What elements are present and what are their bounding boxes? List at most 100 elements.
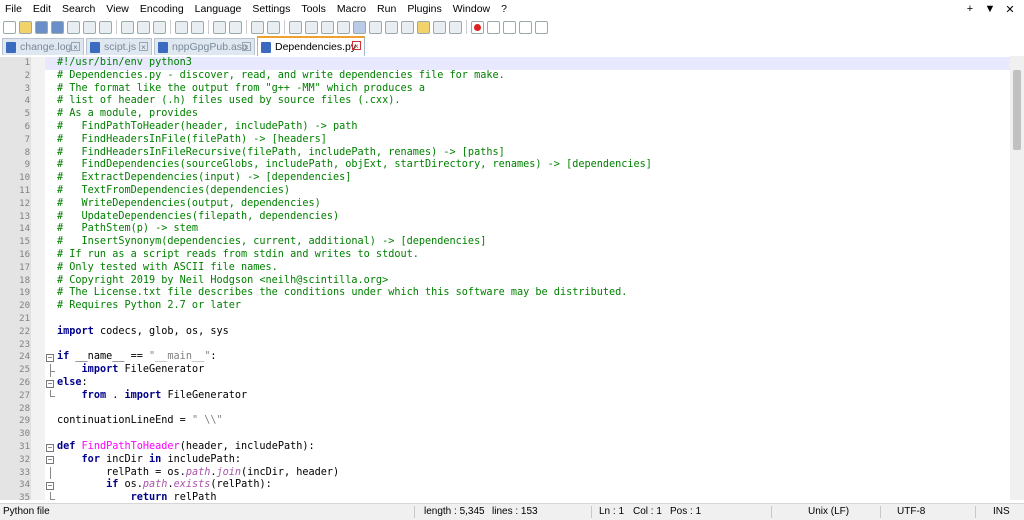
- record-macro-icon[interactable]: [471, 20, 484, 34]
- playback-macro-icon[interactable]: [503, 20, 516, 34]
- replace-icon[interactable]: [229, 20, 242, 34]
- bookmark-margin[interactable]: [30, 313, 45, 326]
- save-icon[interactable]: [35, 20, 48, 34]
- code-line[interactable]: 31 def FindPathToHeader(header, includePa…: [0, 441, 1010, 454]
- menu-window[interactable]: Window: [448, 0, 496, 18]
- menu-plugins[interactable]: Plugins: [402, 0, 447, 18]
- code-line[interactable]: 33 relPath = os.path.join(incDir, header…: [0, 466, 1010, 480]
- scrollbar-thumb[interactable]: [1013, 70, 1021, 150]
- vertical-scrollbar[interactable]: [1010, 56, 1024, 500]
- redo-icon[interactable]: [191, 20, 204, 34]
- bookmark-margin[interactable]: [30, 261, 45, 275]
- code-line[interactable]: 1 #!/usr/bin/env python3: [0, 57, 1010, 70]
- bookmark-margin[interactable]: [30, 108, 45, 121]
- document-list-icon[interactable]: [433, 20, 446, 34]
- bookmark-margin[interactable]: [30, 274, 45, 288]
- paste-icon[interactable]: [153, 20, 166, 34]
- code-line[interactable]: 23: [0, 338, 1010, 352]
- code-line[interactable]: 10 # ExtractDependencies(input) -> [depen…: [0, 172, 1010, 185]
- cut-icon[interactable]: [121, 20, 134, 34]
- code-line[interactable]: 29 continuationLineEnd = " \\": [0, 415, 1010, 429]
- code-line[interactable]: 35 return relPath: [0, 492, 1010, 500]
- code-line[interactable]: 2 # Dependencies.py - discover, read, and…: [0, 69, 1010, 83]
- tab-change-log[interactable]: change.log ×: [2, 38, 84, 55]
- menu-run[interactable]: Run: [372, 0, 402, 18]
- code-line[interactable]: 18 # Copyright 2019 by Neil Hodgson <neil…: [0, 274, 1010, 288]
- menu-macro[interactable]: Macro: [332, 0, 372, 18]
- menu-file[interactable]: File: [0, 0, 28, 18]
- bookmark-margin[interactable]: [30, 57, 45, 70]
- code-line[interactable]: 27 from . import FileGenerator: [0, 389, 1010, 403]
- bookmark-margin[interactable]: [30, 415, 45, 429]
- bookmark-margin[interactable]: [30, 389, 45, 403]
- bookmark-margin[interactable]: [30, 146, 45, 160]
- code-line[interactable]: 26 else:: [0, 377, 1010, 390]
- menu-help[interactable]: ?: [496, 0, 513, 18]
- menu-encoding[interactable]: Encoding: [135, 0, 190, 18]
- code-line[interactable]: 17 # Only tested with ASCII file names.: [0, 261, 1010, 275]
- copy-icon[interactable]: [137, 20, 150, 34]
- close-tab-icon[interactable]: ×: [242, 42, 251, 52]
- close-tab-icon[interactable]: ×: [352, 41, 361, 51]
- monitoring-icon[interactable]: [449, 20, 462, 34]
- code-line[interactable]: 6 # FindPathToHeader(header, includePath)…: [0, 121, 1010, 134]
- tab-dependencies-py[interactable]: Dependencies.py ×: [257, 36, 365, 56]
- fold-toggle-icon[interactable]: −: [46, 379, 54, 388]
- bookmark-margin[interactable]: [30, 492, 45, 500]
- stop-recording-icon[interactable]: [487, 20, 500, 34]
- document-map-icon[interactable]: [385, 20, 398, 34]
- code-line[interactable]: 25 import FileGenerator: [0, 364, 1010, 377]
- code-line[interactable]: 24 if __name__ == "__main__":: [0, 351, 1010, 365]
- code-line[interactable]: 8 # FindHeadersInFileRecursive(filePath, …: [0, 146, 1010, 160]
- menu-tools[interactable]: Tools: [296, 0, 332, 18]
- code-line[interactable]: 14 # PathStem(p) -> stem: [0, 223, 1010, 237]
- bookmark-margin[interactable]: [30, 479, 45, 493]
- fold-toggle-icon[interactable]: −: [46, 443, 54, 452]
- bookmark-margin[interactable]: [30, 210, 45, 224]
- bookmark-margin[interactable]: [30, 377, 45, 390]
- new-tab-button[interactable]: +: [960, 3, 980, 15]
- bookmark-margin[interactable]: [30, 197, 45, 211]
- undo-icon[interactable]: [175, 20, 188, 34]
- bookmark-margin[interactable]: [30, 133, 45, 147]
- code-line[interactable]: 15 # InsertSynonym(dependencies, current,…: [0, 236, 1010, 249]
- sync-horizontal-icon[interactable]: [305, 20, 318, 34]
- bookmark-margin[interactable]: [30, 441, 45, 454]
- bookmark-margin[interactable]: [30, 121, 45, 134]
- bookmark-margin[interactable]: [30, 287, 45, 301]
- fold-toggle-icon[interactable]: −: [46, 353, 54, 362]
- tab-list-dropdown-button[interactable]: ▼: [980, 3, 1000, 15]
- bookmark-margin[interactable]: [30, 402, 45, 416]
- bookmark-margin[interactable]: [30, 185, 45, 198]
- code-line[interactable]: 21: [0, 313, 1010, 326]
- close-file-icon[interactable]: [67, 20, 80, 34]
- menu-settings[interactable]: Settings: [247, 0, 296, 18]
- code-line[interactable]: 7 # FindHeadersInFile(filePath) -> [heade…: [0, 133, 1010, 147]
- bookmark-margin[interactable]: [30, 69, 45, 83]
- code-line[interactable]: 19 # The License.txt file describes the c…: [0, 287, 1010, 301]
- editor-text-area[interactable]: 1 #!/usr/bin/env python3 2 # Dependencies.p…: [0, 56, 1010, 500]
- print-icon[interactable]: [99, 20, 112, 34]
- bookmark-margin[interactable]: [30, 236, 45, 249]
- save-all-icon[interactable]: [51, 20, 64, 34]
- close-tab-icon[interactable]: ×: [71, 42, 80, 52]
- bookmark-margin[interactable]: [30, 428, 45, 441]
- bookmark-margin[interactable]: [30, 223, 45, 237]
- code-line[interactable]: 4 # list of header (.h) files used by sou…: [0, 95, 1010, 109]
- tab-scipt-js[interactable]: scipt.js ×: [86, 38, 152, 55]
- run-macro-multiple-icon[interactable]: [519, 20, 532, 34]
- show-all-characters-icon[interactable]: [337, 20, 350, 34]
- indent-guide-icon[interactable]: [353, 20, 366, 34]
- fold-toggle-icon[interactable]: −: [46, 456, 54, 465]
- sync-vertical-icon[interactable]: [289, 20, 302, 34]
- bookmark-margin[interactable]: [30, 172, 45, 185]
- new-file-icon[interactable]: [3, 20, 16, 34]
- tab-nppgpgpub-asc[interactable]: nppGpgPub.asc ×: [154, 38, 255, 55]
- open-file-icon[interactable]: [19, 20, 32, 34]
- word-wrap-icon[interactable]: [321, 20, 334, 34]
- save-macro-icon[interactable]: [535, 20, 548, 34]
- code-line[interactable]: 3 # The format like the output from "g++ …: [0, 82, 1010, 96]
- code-line[interactable]: 16 # If run as a script reads from stdin …: [0, 249, 1010, 262]
- code-line[interactable]: 20 # Requires Python 2.7 or later: [0, 300, 1010, 313]
- function-list-icon[interactable]: [401, 20, 414, 34]
